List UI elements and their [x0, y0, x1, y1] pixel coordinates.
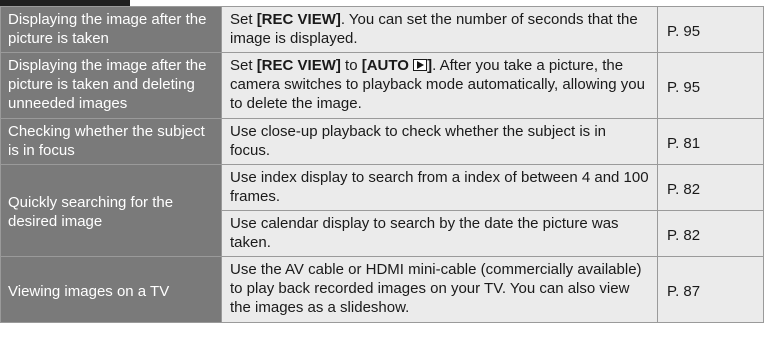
- row-label: Viewing images on a TV: [0, 256, 222, 323]
- table-row: Displaying the image after the picture i…: [0, 6, 764, 53]
- table-row: Viewing images on a TV Use the AV cable …: [0, 256, 764, 323]
- row-description: Use index display to search from a index…: [221, 164, 658, 211]
- row-description: Set [REC VIEW] to [AUTO ]. After you tak…: [221, 52, 658, 119]
- table-row: Checking whether the subject is in focus…: [0, 118, 764, 165]
- row-label: Quickly searching for the desired image: [0, 164, 222, 257]
- page-reference: P. 95: [657, 6, 764, 53]
- row-description: Use calendar display to search by the da…: [221, 210, 658, 257]
- play-icon: [413, 59, 428, 71]
- row-description: Use the AV cable or HDMI mini-cable (com…: [221, 256, 658, 323]
- page-reference: P. 81: [657, 118, 764, 165]
- feature-reference-table: Displaying the image after the picture i…: [0, 6, 764, 323]
- row-label: Displaying the image after the picture i…: [0, 6, 222, 53]
- page-reference: P. 82: [657, 210, 764, 257]
- page-reference: P. 82: [657, 164, 764, 211]
- table-row: Displaying the image after the picture i…: [0, 52, 764, 119]
- page-reference: P. 95: [657, 52, 764, 119]
- page-reference: P. 87: [657, 256, 764, 323]
- table-row: Quickly searching for the desired image …: [0, 164, 764, 257]
- row-label: Displaying the image after the picture i…: [0, 52, 222, 119]
- row-label: Checking whether the subject is in focus: [0, 118, 222, 165]
- row-description: Set [REC VIEW]. You can set the number o…: [221, 6, 658, 53]
- row-description: Use close-up playback to check whether t…: [221, 118, 658, 165]
